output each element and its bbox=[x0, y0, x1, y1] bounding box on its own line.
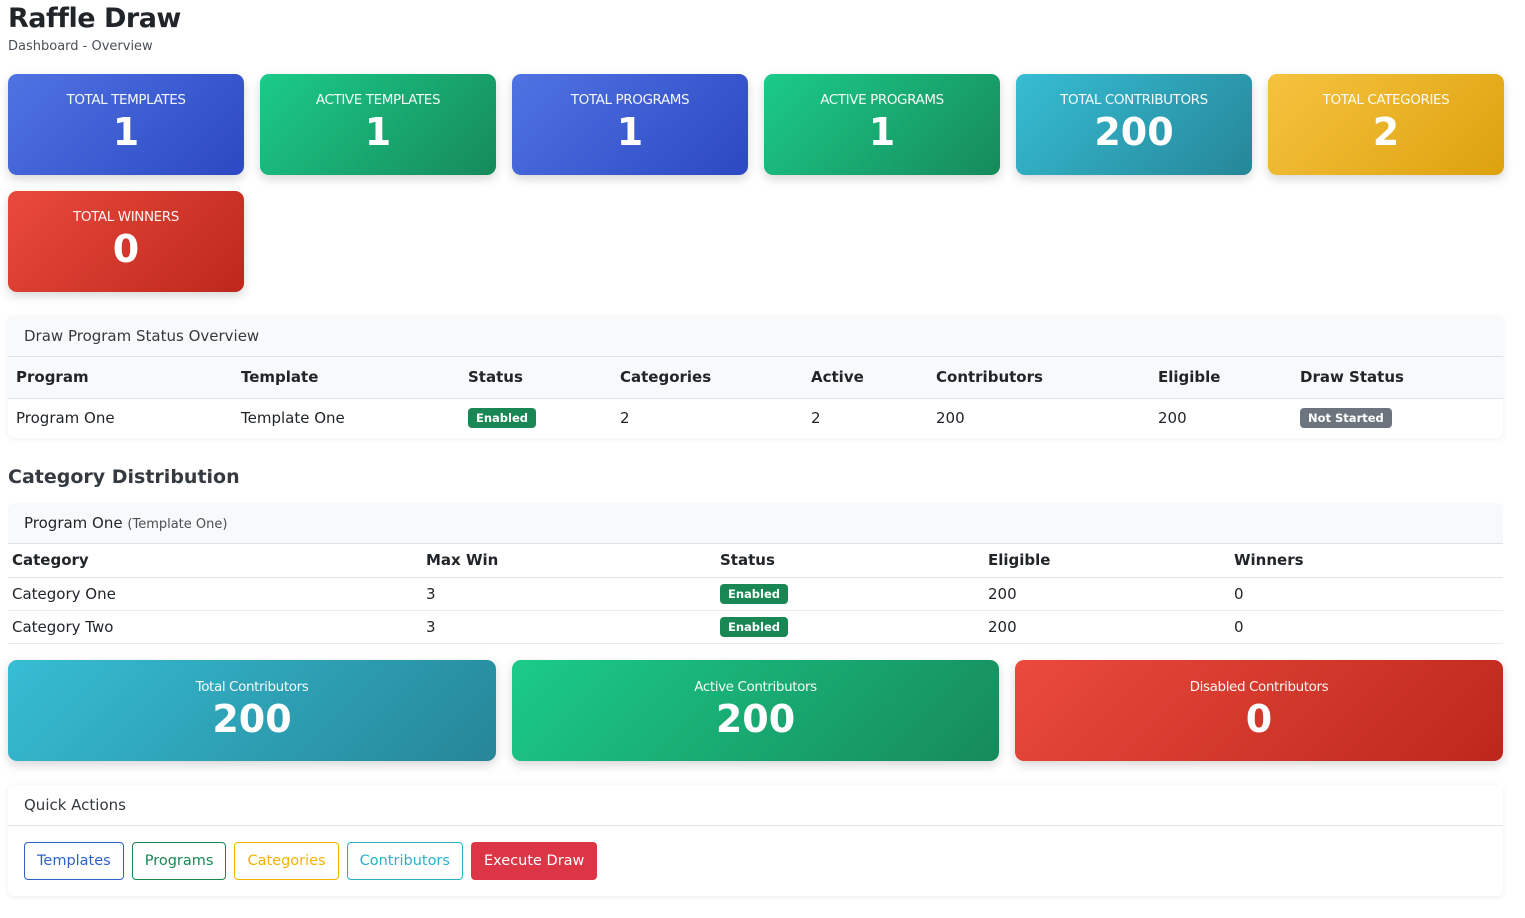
stat-label: TOTAL PROGRAMS bbox=[570, 92, 690, 108]
stat-card-active-contributors: Active Contributors 200 bbox=[512, 659, 999, 761]
eligible-count: 200 bbox=[1158, 409, 1187, 428]
status-badge: Enabled bbox=[468, 408, 537, 429]
stat-label: Disabled Contributors bbox=[1189, 678, 1329, 695]
contributor-stats: Total Contributors 200 Active Contributo… bbox=[8, 659, 1503, 761]
table-row: Category Two 3 Enabled 200 0 bbox=[8, 610, 1503, 644]
breadcrumb: Dashboard - Overview bbox=[8, 39, 153, 54]
table-row: Program One Template One Enabled 2 2 200… bbox=[8, 398, 1503, 438]
draw-status-badge: Not Started bbox=[1300, 408, 1392, 429]
category-program-name: Program One bbox=[24, 514, 123, 532]
programs-button[interactable]: Programs bbox=[131, 841, 227, 880]
stat-card-total-programs: TOTAL PROGRAMS 1 bbox=[512, 74, 748, 175]
winners-count: 0 bbox=[1230, 577, 1503, 611]
col-status: Status bbox=[716, 544, 984, 578]
template-name: Template One bbox=[241, 409, 345, 428]
category-name: Category Two bbox=[8, 610, 422, 644]
stat-label: Total Contributors bbox=[195, 678, 309, 695]
program-status-table: Program Template Status Categories Activ… bbox=[8, 357, 1503, 438]
quick-actions-header: Quick Actions bbox=[8, 784, 1503, 826]
table-row: Category One 3 Enabled 200 0 bbox=[8, 577, 1503, 611]
stat-label: TOTAL CONTRIBUTORS bbox=[1060, 92, 1208, 108]
stat-label: TOTAL WINNERS bbox=[73, 209, 179, 225]
stat-grid: TOTAL TEMPLATES 1 ACTIVE TEMPLATES 1 TOT… bbox=[8, 74, 1504, 292]
stat-label: ACTIVE TEMPLATES bbox=[315, 92, 441, 108]
stat-value: 1 bbox=[112, 110, 140, 154]
col-program: Program bbox=[8, 357, 233, 399]
category-program-header: Program One (Template One) bbox=[8, 503, 1503, 544]
col-category: Category bbox=[8, 544, 422, 578]
category-name: Category One bbox=[8, 577, 422, 611]
status-badge: Enabled bbox=[720, 583, 789, 604]
stat-card-active-templates: ACTIVE TEMPLATES 1 bbox=[260, 74, 496, 175]
stat-value: 1 bbox=[616, 110, 644, 154]
col-draw-status: Draw Status bbox=[1292, 357, 1503, 399]
program-status-header: Draw Program Status Overview bbox=[8, 316, 1503, 357]
stat-card-active-programs: ACTIVE PROGRAMS 1 bbox=[764, 74, 1000, 175]
stat-value: 200 bbox=[212, 696, 292, 741]
col-eligible: Eligible bbox=[984, 544, 1230, 578]
stat-value: 200 bbox=[1094, 110, 1174, 154]
col-template: Template bbox=[233, 357, 460, 399]
col-eligible: Eligible bbox=[1150, 357, 1292, 399]
quick-actions-card: Quick Actions Templates Programs Categor… bbox=[8, 784, 1503, 896]
quick-actions-body: Templates Programs Categories Contributo… bbox=[8, 826, 1503, 896]
category-template-name: (Template One) bbox=[127, 517, 228, 532]
eligible-count: 200 bbox=[984, 610, 1230, 644]
stat-value: 0 bbox=[112, 227, 140, 271]
dashboard: Raffle Draw Dashboard - Overview TOTAL T… bbox=[0, 1, 1525, 896]
stat-value: 0 bbox=[1245, 696, 1273, 741]
eligible-count: 200 bbox=[984, 577, 1230, 611]
execute-draw-button[interactable]: Execute Draw bbox=[470, 841, 598, 880]
table-header-row: Program Template Status Categories Activ… bbox=[8, 357, 1503, 399]
max-win: 3 bbox=[422, 610, 716, 644]
stat-card-total-contributors: TOTAL CONTRIBUTORS 200 bbox=[1016, 74, 1252, 175]
templates-button[interactable]: Templates bbox=[24, 841, 124, 880]
stat-card-total-winners: TOTAL WINNERS 0 bbox=[8, 191, 244, 292]
col-max-win: Max Win bbox=[422, 544, 716, 578]
stat-value: 2 bbox=[1372, 110, 1400, 154]
stat-card-disabled-contributors: Disabled Contributors 0 bbox=[1015, 659, 1503, 761]
stat-label: Active Contributors bbox=[694, 678, 817, 695]
categories-button[interactable]: Categories bbox=[234, 841, 339, 880]
max-win: 3 bbox=[422, 577, 716, 611]
stat-value: 1 bbox=[364, 110, 392, 154]
active-count: 2 bbox=[811, 409, 821, 428]
stat-label: ACTIVE PROGRAMS bbox=[820, 92, 944, 108]
page-title: Raffle Draw bbox=[8, 3, 181, 34]
col-status: Status bbox=[460, 357, 612, 399]
program-status-card: Draw Program Status Overview Program Tem… bbox=[8, 316, 1503, 438]
status-badge: Enabled bbox=[720, 616, 789, 637]
stat-label: TOTAL TEMPLATES bbox=[66, 92, 186, 108]
stat-value: 1 bbox=[868, 110, 896, 154]
table-header-row: Category Max Win Status Eligible Winners bbox=[8, 544, 1503, 578]
col-categories: Categories bbox=[612, 357, 803, 399]
contributors-button[interactable]: Contributors bbox=[346, 841, 463, 880]
categories-count: 2 bbox=[620, 409, 630, 428]
col-winners: Winners bbox=[1230, 544, 1503, 578]
contributors-count: 200 bbox=[936, 409, 965, 428]
stat-label: TOTAL CATEGORIES bbox=[1322, 92, 1450, 108]
col-contributors: Contributors bbox=[928, 357, 1150, 399]
stat-card-total-categories: TOTAL CATEGORIES 2 bbox=[1268, 74, 1504, 175]
stat-card-total-templates: TOTAL TEMPLATES 1 bbox=[8, 74, 244, 175]
col-active: Active bbox=[803, 357, 928, 399]
winners-count: 0 bbox=[1230, 610, 1503, 644]
category-distribution-title: Category Distribution bbox=[8, 466, 240, 488]
stat-card-total-contributors-summary: Total Contributors 200 bbox=[8, 659, 496, 761]
stat-value: 200 bbox=[715, 696, 796, 741]
category-table: Category Max Win Status Eligible Winners… bbox=[8, 544, 1503, 644]
program-name: Program One bbox=[16, 409, 115, 428]
